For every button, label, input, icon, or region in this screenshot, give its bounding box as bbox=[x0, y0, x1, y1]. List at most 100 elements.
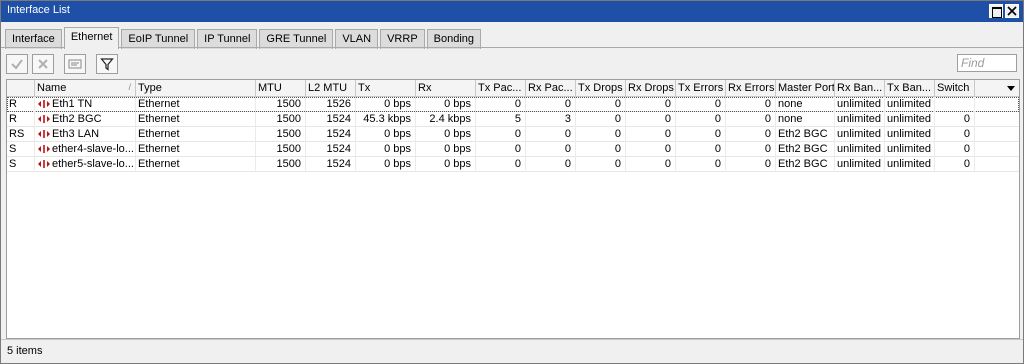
comment-button[interactable] bbox=[64, 54, 86, 74]
cell-rx-drops: 0 bbox=[626, 157, 676, 172]
column-header-type[interactable]: Type bbox=[136, 80, 256, 97]
cell-l2mtu: 1526 bbox=[306, 97, 356, 112]
cell-rx-errors: 0 bbox=[726, 142, 776, 157]
cell-rx-drops: 0 bbox=[626, 112, 676, 127]
cell-master-port: none bbox=[776, 112, 835, 127]
cell-rx-packets: 3 bbox=[526, 112, 576, 127]
cell-master-port: Eth2 BGC bbox=[776, 157, 835, 172]
window-titlebar[interactable]: Interface List bbox=[1, 1, 1023, 22]
cell-mtu: 1500 bbox=[256, 142, 306, 157]
cell-type: Ethernet bbox=[136, 97, 256, 112]
column-header-tx-drops[interactable]: Tx Drops bbox=[576, 80, 626, 97]
cell-master-port: none bbox=[776, 97, 835, 112]
tab-eoip-tunnel[interactable]: EoIP Tunnel bbox=[121, 29, 196, 49]
cell-tx-bandwidth: unlimited bbox=[885, 157, 935, 172]
cell-tx-packets: 0 bbox=[476, 157, 526, 172]
column-header-name[interactable]: Name / bbox=[35, 80, 136, 97]
cell-tx-bandwidth: unlimited bbox=[885, 127, 935, 142]
enable-button[interactable] bbox=[6, 54, 28, 74]
tab-ethernet[interactable]: Ethernet bbox=[63, 27, 120, 49]
column-menu-button[interactable] bbox=[1003, 80, 1019, 97]
column-header-master-port[interactable]: Master Port bbox=[776, 80, 835, 97]
ethernet-interface-icon bbox=[37, 129, 51, 142]
cell-tx-drops: 0 bbox=[576, 142, 626, 157]
cell-tx-packets: 0 bbox=[476, 142, 526, 157]
close-icon bbox=[1007, 6, 1017, 16]
tab-divider bbox=[1, 47, 1023, 48]
column-header-tx[interactable]: Tx bbox=[356, 80, 416, 97]
column-header-tx-packets[interactable]: Tx Pac... bbox=[476, 80, 526, 97]
cell-rx: 2.4 kbps bbox=[416, 112, 476, 127]
cell-rx-packets: 0 bbox=[526, 97, 576, 112]
cell-tx-errors: 0 bbox=[676, 157, 726, 172]
cell-tx: 45.3 kbps bbox=[356, 112, 416, 127]
cell-tx-drops: 0 bbox=[576, 127, 626, 142]
cell-name: Eth1 TN bbox=[35, 97, 136, 112]
interface-name-text: ether4-slave-lo... bbox=[52, 143, 134, 155]
column-header-tx-errors[interactable]: Tx Errors bbox=[676, 80, 726, 97]
cell-master-port: Eth2 BGC bbox=[776, 142, 835, 157]
table-row[interactable]: R Eth1 TN Ethernet 1500 1526 0 bps 0 bps 0 0 0 0 0 0… bbox=[7, 97, 1019, 112]
cell-rx: 0 bps bbox=[416, 97, 476, 112]
cell-tx: 0 bps bbox=[356, 142, 416, 157]
cell-flags: S bbox=[7, 142, 35, 157]
table-row[interactable]: Sether5-slave-lo... Ethernet 1500 1524 0 bps… bbox=[7, 157, 1019, 172]
close-button[interactable] bbox=[1005, 4, 1019, 18]
column-header-rx[interactable]: Rx bbox=[416, 80, 476, 97]
cell-rx-bandwidth: unlimited bbox=[835, 97, 885, 112]
tab-bonding[interactable]: Bonding bbox=[426, 29, 482, 49]
tab-gre-tunnel[interactable]: GRE Tunnel bbox=[259, 29, 334, 49]
ethernet-interface-icon bbox=[37, 99, 51, 112]
cell-tx-bandwidth: unlimited bbox=[885, 142, 935, 157]
cell-tx-packets: 0 bbox=[476, 127, 526, 142]
tab-ip-tunnel[interactable]: IP Tunnel bbox=[197, 29, 258, 49]
column-header-switch[interactable]: Switch bbox=[935, 80, 975, 97]
cell-tx-errors: 0 bbox=[676, 142, 726, 157]
table-row[interactable]: R Eth2 BGC Ethernet 1500 1524 45.3 kbps 2.4 kb… bbox=[7, 112, 1019, 127]
disable-button[interactable] bbox=[32, 54, 54, 74]
window-title: Interface List bbox=[7, 4, 70, 16]
cell-switch: 0 bbox=[935, 127, 975, 142]
cell-mtu: 1500 bbox=[256, 112, 306, 127]
cell-type: Ethernet bbox=[136, 157, 256, 172]
table-row[interactable]: RS Eth3 LAN Ethernet 1500 1524 0 bps 0 bps 0 0 0 0… bbox=[7, 127, 1019, 142]
ethernet-interface-icon bbox=[37, 159, 51, 172]
tab-bar: Interface Ethernet EoIP Tunnel IP Tunnel… bbox=[5, 27, 483, 49]
column-header-rx-packets[interactable]: Rx Pac... bbox=[526, 80, 576, 97]
cell-tx: 0 bps bbox=[356, 157, 416, 172]
interface-name-text: Eth2 BGC bbox=[52, 113, 102, 125]
cell-mtu: 1500 bbox=[256, 97, 306, 112]
cell-rx: 0 bps bbox=[416, 127, 476, 142]
column-header-mtu[interactable]: MTU bbox=[256, 80, 306, 97]
column-header-flags[interactable] bbox=[7, 80, 35, 97]
tab-vlan[interactable]: VLAN bbox=[335, 29, 379, 49]
column-header-rx-drops[interactable]: Rx Drops bbox=[626, 80, 676, 97]
column-header-l2mtu[interactable]: L2 MTU bbox=[306, 80, 356, 97]
cell-tx-drops: 0 bbox=[576, 157, 626, 172]
find-input[interactable]: Find bbox=[957, 54, 1017, 72]
interface-table: Name / Type MTU L2 MTU Tx Rx Tx Pac... R… bbox=[6, 79, 1020, 339]
check-icon bbox=[11, 59, 23, 70]
cell-tx-errors: 0 bbox=[676, 127, 726, 142]
comment-icon bbox=[68, 59, 82, 69]
table-row[interactable]: Sether4-slave-lo... Ethernet 1500 1524 0 bps… bbox=[7, 142, 1019, 157]
filter-button[interactable] bbox=[96, 54, 118, 74]
cell-master-port: Eth2 BGC bbox=[776, 127, 835, 142]
cell-flags: RS bbox=[7, 127, 35, 142]
maximize-button[interactable] bbox=[989, 4, 1003, 18]
column-header-rx-bandwidth[interactable]: Rx Ban... bbox=[835, 80, 885, 97]
cell-tx-packets: 5 bbox=[476, 112, 526, 127]
cross-icon bbox=[38, 59, 48, 69]
column-header-rx-errors[interactable]: Rx Errors bbox=[726, 80, 776, 97]
item-count: 5 items bbox=[7, 345, 43, 357]
column-header-tx-bandwidth[interactable]: Tx Ban... bbox=[885, 80, 935, 97]
cell-tx-errors: 0 bbox=[676, 112, 726, 127]
cell-rx-bandwidth: unlimited bbox=[835, 112, 885, 127]
sort-indicator-icon: / bbox=[128, 82, 131, 92]
cell-rx-errors: 0 bbox=[726, 97, 776, 112]
cell-rx-drops: 0 bbox=[626, 142, 676, 157]
cell-rx-errors: 0 bbox=[726, 157, 776, 172]
cell-flags: S bbox=[7, 157, 35, 172]
tab-vrrp[interactable]: VRRP bbox=[380, 29, 425, 49]
tab-interface[interactable]: Interface bbox=[5, 29, 62, 49]
